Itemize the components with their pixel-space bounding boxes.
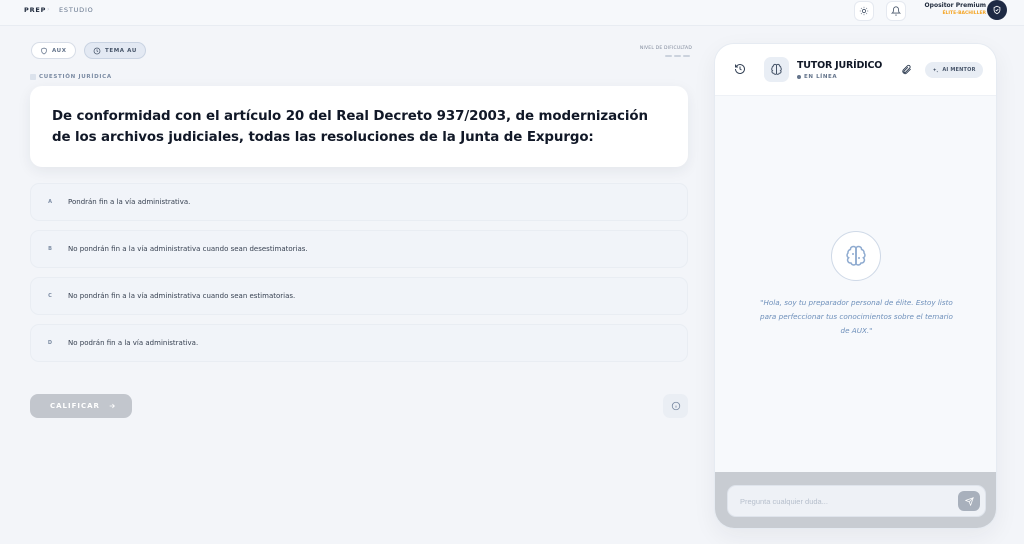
answer-option-c[interactable]: C No pondrán fin a la vía administrativa… xyxy=(30,277,688,315)
tutor-title: TUTOR JURÍDICO xyxy=(797,60,883,71)
sun-icon xyxy=(859,6,869,16)
answer-option-b[interactable]: B No pondrán fin a la vía administrativa… xyxy=(30,230,688,268)
chip-tema-au[interactable]: TEMA AU xyxy=(84,42,146,59)
tutor-header: TUTOR JURÍDICO EN LÍNEA AI MENTOR xyxy=(715,44,996,96)
tutor-status-text: EN LÍNEA xyxy=(804,74,838,80)
shield-icon xyxy=(41,47,47,54)
option-letter: C xyxy=(48,293,52,299)
section-label-text: CUESTIÓN JURÍDICA xyxy=(39,74,112,80)
difficulty-indicator xyxy=(665,55,690,57)
status-dot xyxy=(797,75,801,79)
section-label: CUESTIÓN JURÍDICA xyxy=(30,74,112,80)
answer-option-d[interactable]: D No podrán fin a la vía administrativa. xyxy=(30,324,688,362)
chat-input-area xyxy=(715,472,996,528)
option-text: Pondrán fin a la vía administrativa. xyxy=(68,198,191,206)
option-letter: D xyxy=(47,340,53,346)
option-text: No podrán fin a la vía administrativa. xyxy=(68,339,199,347)
ai-mentor-button[interactable]: AI MENTOR xyxy=(925,62,983,78)
bell-icon xyxy=(891,6,901,16)
tutor-status: EN LÍNEA xyxy=(797,74,837,80)
brain-icon xyxy=(846,245,866,266)
question-card: De conformidad con el artículo 20 del Re… xyxy=(30,86,688,167)
submit-label: CALIFICAR xyxy=(50,402,100,410)
tutor-avatar-badge xyxy=(764,57,789,82)
difficulty-bar xyxy=(665,55,672,57)
breadcrumb-separator: › xyxy=(47,5,50,13)
chip-tema-au-label: TEMA AU xyxy=(105,47,137,54)
theme-toggle-button[interactable] xyxy=(854,1,874,21)
tutor-brain-avatar xyxy=(831,231,881,281)
difficulty-label: NIVEL DE DIFICULTAD xyxy=(639,46,692,51)
brand-logo[interactable]: PREP xyxy=(24,6,46,14)
section-marker xyxy=(30,74,36,80)
user-avatar[interactable] xyxy=(987,0,1007,20)
breadcrumb-estudio[interactable]: ESTUDIO xyxy=(59,6,94,14)
arrow-right-icon xyxy=(109,403,115,409)
user-role-badge: ÉLITE-BACHILLER xyxy=(942,11,986,16)
send-icon xyxy=(964,496,974,506)
ai-mentor-label: AI MENTOR xyxy=(942,67,976,73)
tutor-welcome-message: "Hola, soy tu preparador personal de éli… xyxy=(760,298,953,335)
option-letter: B xyxy=(48,246,52,252)
difficulty-bar xyxy=(683,55,690,57)
notifications-button[interactable] xyxy=(886,1,906,21)
info-icon xyxy=(671,401,680,411)
chat-input[interactable] xyxy=(727,485,986,517)
sparkles-icon xyxy=(933,67,939,73)
question-text: De conformidad con el artículo 20 del Re… xyxy=(52,109,648,145)
option-text: No pondrán fin a la vía administrativa c… xyxy=(68,292,296,300)
history-icon[interactable] xyxy=(734,63,746,75)
brain-icon xyxy=(771,63,782,75)
chip-aux[interactable]: AUX xyxy=(31,42,76,59)
info-button[interactable] xyxy=(663,394,688,418)
clock-icon xyxy=(93,47,101,54)
crest-icon xyxy=(993,5,1001,15)
top-nav: PREP › ESTUDIO Opositor Premium ÉLITE-BA… xyxy=(0,0,1024,26)
tutor-panel: TUTOR JURÍDICO EN LÍNEA AI MENTOR "Hola,… xyxy=(714,43,997,529)
paperclip-icon[interactable] xyxy=(901,64,912,75)
option-letter: A xyxy=(48,199,52,205)
difficulty-bar xyxy=(674,55,681,57)
option-text: No pondrán fin a la vía administrativa c… xyxy=(68,245,308,253)
submit-answer-button[interactable]: CALIFICAR xyxy=(30,394,132,418)
user-name: Opositor Premium xyxy=(924,2,986,9)
answer-option-a[interactable]: A Pondrán fin a la vía administrativa. xyxy=(30,183,688,221)
chip-aux-label: AUX xyxy=(52,47,67,54)
send-button[interactable] xyxy=(958,491,980,511)
